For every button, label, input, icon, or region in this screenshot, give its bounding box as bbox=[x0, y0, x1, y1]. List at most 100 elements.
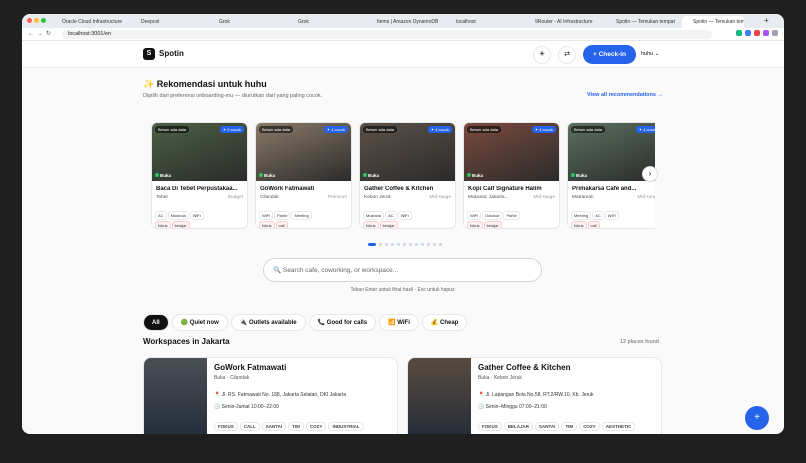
browser-tab[interactable]: Spotin — Temukan tem bbox=[682, 16, 744, 28]
status-label: Buka bbox=[264, 173, 276, 178]
recommendation-card[interactable]: Belum ada data ✦ 4 cocok Buka GoWork Fatmaw… bbox=[255, 122, 352, 229]
feature-badge: WiFi bbox=[397, 211, 412, 220]
view-all-link[interactable]: View all recommendations → bbox=[587, 92, 663, 98]
search-input[interactable]: 🔍 Search cafe, coworking, or workspace..… bbox=[263, 258, 542, 282]
price-level: Budget bbox=[227, 195, 243, 200]
browser-tab[interactable]: Oracle Cloud Infrastructure bbox=[51, 16, 129, 28]
carousel-next-button[interactable]: › bbox=[642, 166, 658, 182]
carousel-dot[interactable] bbox=[421, 243, 424, 246]
open-status: Buka bbox=[155, 173, 171, 178]
no-data-badge: Belum ada data bbox=[467, 126, 502, 133]
carousel-dot[interactable] bbox=[403, 243, 406, 246]
browser-tab[interactable]: 9Router - AI Infrastructure bbox=[524, 16, 604, 28]
open-status: Buka bbox=[259, 173, 275, 178]
status-label: Buka bbox=[472, 173, 484, 178]
window-controls[interactable] bbox=[27, 18, 48, 25]
no-data-badge: Belum ada data bbox=[571, 126, 606, 133]
carousel-dot[interactable] bbox=[427, 243, 430, 246]
recommendations-section: ✨ Rekomendasi untuk huhu Dipilih dari pr… bbox=[143, 79, 663, 99]
filter-chip[interactable]: 📞 Good for calls bbox=[308, 314, 377, 331]
status-label: Buka bbox=[160, 173, 172, 178]
feature-list: WiFi Parkir Meeting bbox=[259, 204, 348, 220]
card-meta: Cilandak Premium bbox=[260, 195, 347, 202]
browser-tab[interactable]: Grok bbox=[208, 16, 286, 28]
workspace-tag: BELAJAR bbox=[503, 422, 534, 431]
workspace-tag: TIM bbox=[288, 422, 304, 431]
carousel-dot[interactable] bbox=[368, 243, 376, 246]
filter-chip[interactable]: 💰 Cheap bbox=[421, 314, 468, 331]
tag-badge: call bbox=[587, 221, 600, 228]
card-title: Baca Di Tebet Perpustakaa... bbox=[156, 186, 238, 192]
filter-chip[interactable]: 🔌 Outlets available bbox=[230, 314, 306, 331]
browser-tab[interactable]: Grok bbox=[287, 16, 365, 28]
card-title: Gather Coffee & Kitchen bbox=[364, 186, 434, 192]
match-badge: ✦ 4 cocok bbox=[635, 126, 655, 133]
carousel-dot[interactable] bbox=[391, 243, 394, 246]
recommendation-card[interactable]: Belum ada data ✦ 0 cocok Buka Baca Di Tebet… bbox=[151, 122, 248, 229]
feature-badge: WiFi bbox=[604, 211, 619, 220]
feature-badge: Meeting bbox=[291, 211, 312, 220]
filter-chip[interactable]: All bbox=[143, 314, 169, 331]
logo[interactable]: S bbox=[143, 48, 155, 60]
address-bar-row: ←→↻ localhost:3001/en bbox=[22, 28, 784, 41]
workspace-tag: FOKUS bbox=[478, 422, 502, 431]
no-data-badge: Belum ada data bbox=[259, 126, 294, 133]
card-meta: Tebet Budget bbox=[156, 195, 243, 202]
carousel-dot[interactable] bbox=[439, 243, 442, 246]
feature-badge: WiFi bbox=[189, 211, 204, 220]
brand-name[interactable]: Spotin bbox=[159, 49, 184, 58]
switch-icon[interactable]: ⇄ bbox=[558, 46, 576, 64]
price-level: Mid-range bbox=[637, 195, 655, 200]
status-dot-icon bbox=[467, 173, 471, 177]
price-level: Mid-range bbox=[429, 195, 451, 200]
tab-bar: Oracle Cloud Infrastructure Deepcel Grok Gr… bbox=[22, 14, 784, 28]
user-menu[interactable]: huhu ⌄ bbox=[641, 51, 659, 57]
card-photo: Belum ada data ✦ 4 cocok Buka bbox=[464, 123, 559, 181]
extensions[interactable] bbox=[733, 30, 778, 38]
workspace-status: Buka · Kebon Jeruk bbox=[478, 375, 522, 381]
card-title: Kopi Calf Signature Halim bbox=[468, 186, 542, 192]
recommendation-card[interactable]: Belum ada data ✦ 4 cocok Buka Gather Coffee… bbox=[359, 122, 456, 229]
recommendation-card[interactable]: Belum ada data ✦ 4 cocok Buka Kopi Calf Sig… bbox=[463, 122, 560, 229]
url-field[interactable]: localhost:3001/en bbox=[62, 30, 712, 39]
status-label: Buka bbox=[368, 173, 380, 178]
filter-chips: All 🟢 Quiet now 🔌 Outlets available 📞 Good … bbox=[143, 311, 470, 331]
status-label: Buka bbox=[576, 173, 588, 178]
carousel-dot[interactable] bbox=[409, 243, 412, 246]
browser-tab[interactable]: Items | Amazon DynamoDB bbox=[366, 16, 444, 28]
carousel-dots[interactable] bbox=[368, 233, 445, 251]
search-placeholder: Search cafe, coworking, or workspace... bbox=[282, 267, 399, 274]
results-count: 12 places found bbox=[620, 339, 659, 345]
check-in-button[interactable]: + Check-in bbox=[583, 45, 636, 64]
workspace-tags: FOKUS CALL SANTAI TIM COZY INDUSTRIAL bbox=[214, 415, 394, 434]
carousel-dot[interactable] bbox=[397, 243, 400, 246]
carousel-dot[interactable] bbox=[385, 243, 388, 246]
browser-tab[interactable]: Deepcel bbox=[130, 16, 207, 28]
carousel-dot[interactable] bbox=[415, 243, 418, 246]
filter-chip[interactable]: 📶 WiFi bbox=[379, 314, 419, 331]
carousel-dot[interactable] bbox=[379, 243, 382, 246]
nav-buttons[interactable]: ←→↻ bbox=[28, 30, 54, 37]
workspace-tag: COZY bbox=[305, 422, 327, 431]
workspace-address: 📍 Jl. RS. Fatmawati No. 188, Jakarta Sel… bbox=[214, 392, 347, 398]
card-photo: Belum ada data ✦ 0 cocok Buka bbox=[152, 123, 247, 181]
card-area: Makasar, Jakarta... bbox=[468, 195, 509, 200]
carousel-dot[interactable] bbox=[433, 243, 436, 246]
workspace-photo bbox=[408, 358, 471, 434]
workspace-tag: TIM bbox=[561, 422, 578, 431]
filter-chip[interactable]: 🟢 Quiet now bbox=[171, 314, 228, 331]
browser-tab[interactable]: Spotin — Temukan tempat bbox=[605, 16, 681, 28]
tag-badge: fokus bbox=[155, 221, 171, 228]
workspace-hours: 🕒 Senin–Minggu 07:00–21:00 bbox=[478, 404, 547, 410]
workspace-card[interactable]: GoWork Fatmawati Buka · Cilandak 📍 Jl. RS.… bbox=[143, 357, 398, 434]
floating-add-button[interactable]: + bbox=[745, 406, 769, 430]
workspace-tag: SANTAI bbox=[535, 422, 560, 431]
match-badge: ✦ 4 cocok bbox=[323, 126, 348, 133]
feature-list: WiFi Outdoor Parkir bbox=[467, 204, 556, 220]
theme-toggle-icon[interactable]: ☀ bbox=[533, 46, 551, 64]
card-title: GoWork Fatmawati bbox=[260, 186, 315, 192]
browser-tab[interactable]: localhost bbox=[445, 16, 523, 28]
section-subtitle: Dipilih dari preferensi onboarding-mu — … bbox=[143, 93, 323, 99]
new-tab-button[interactable]: + bbox=[764, 16, 769, 25]
workspace-card[interactable]: Gather Coffee & Kitchen Buka · Kebon Jeru… bbox=[407, 357, 662, 434]
